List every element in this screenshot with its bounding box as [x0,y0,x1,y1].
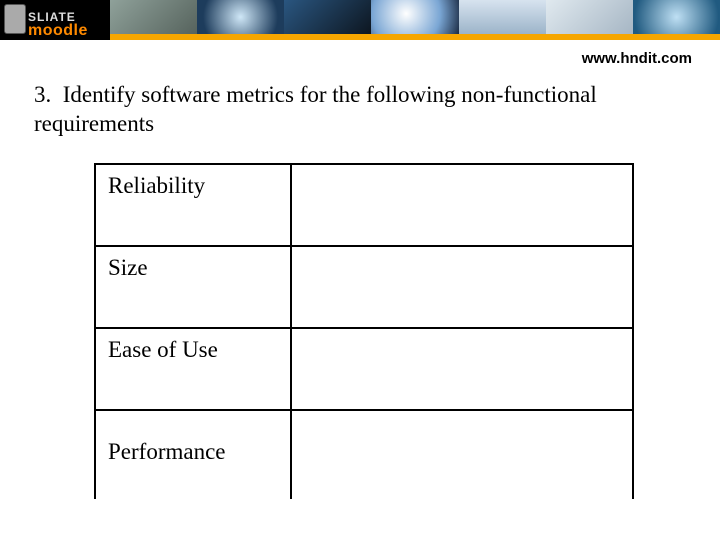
logo-line2: moodle [28,24,88,38]
nfr-metric [291,328,633,410]
banner-image-strip [110,0,720,40]
slide-content: 3. Identify software metrics for the fol… [0,67,720,499]
nfr-metric [291,410,633,499]
source-url: www.hndit.com [0,40,720,67]
table-row: Ease of Use [95,328,633,410]
question-number: 3. [34,82,51,107]
header-banner: SLIATE moodle [0,0,720,40]
nfr-label: Ease of Use [95,328,291,410]
nfr-label: Size [95,246,291,328]
table-row: Size [95,246,633,328]
table-row: Reliability [95,164,633,246]
logo-badge-icon [4,4,26,34]
metrics-table: Reliability Size Ease of Use Performance [94,163,634,499]
nfr-metric [291,246,633,328]
question-body: Identify software metrics for the follow… [34,82,597,136]
nfr-metric [291,164,633,246]
site-logo: SLIATE moodle [0,0,110,40]
table-row: Performance [95,410,633,499]
nfr-label: Reliability [95,164,291,246]
logo-text: SLIATE moodle [28,10,88,38]
nfr-label: Performance [95,410,291,499]
question-text: 3. Identify software metrics for the fol… [34,81,686,139]
